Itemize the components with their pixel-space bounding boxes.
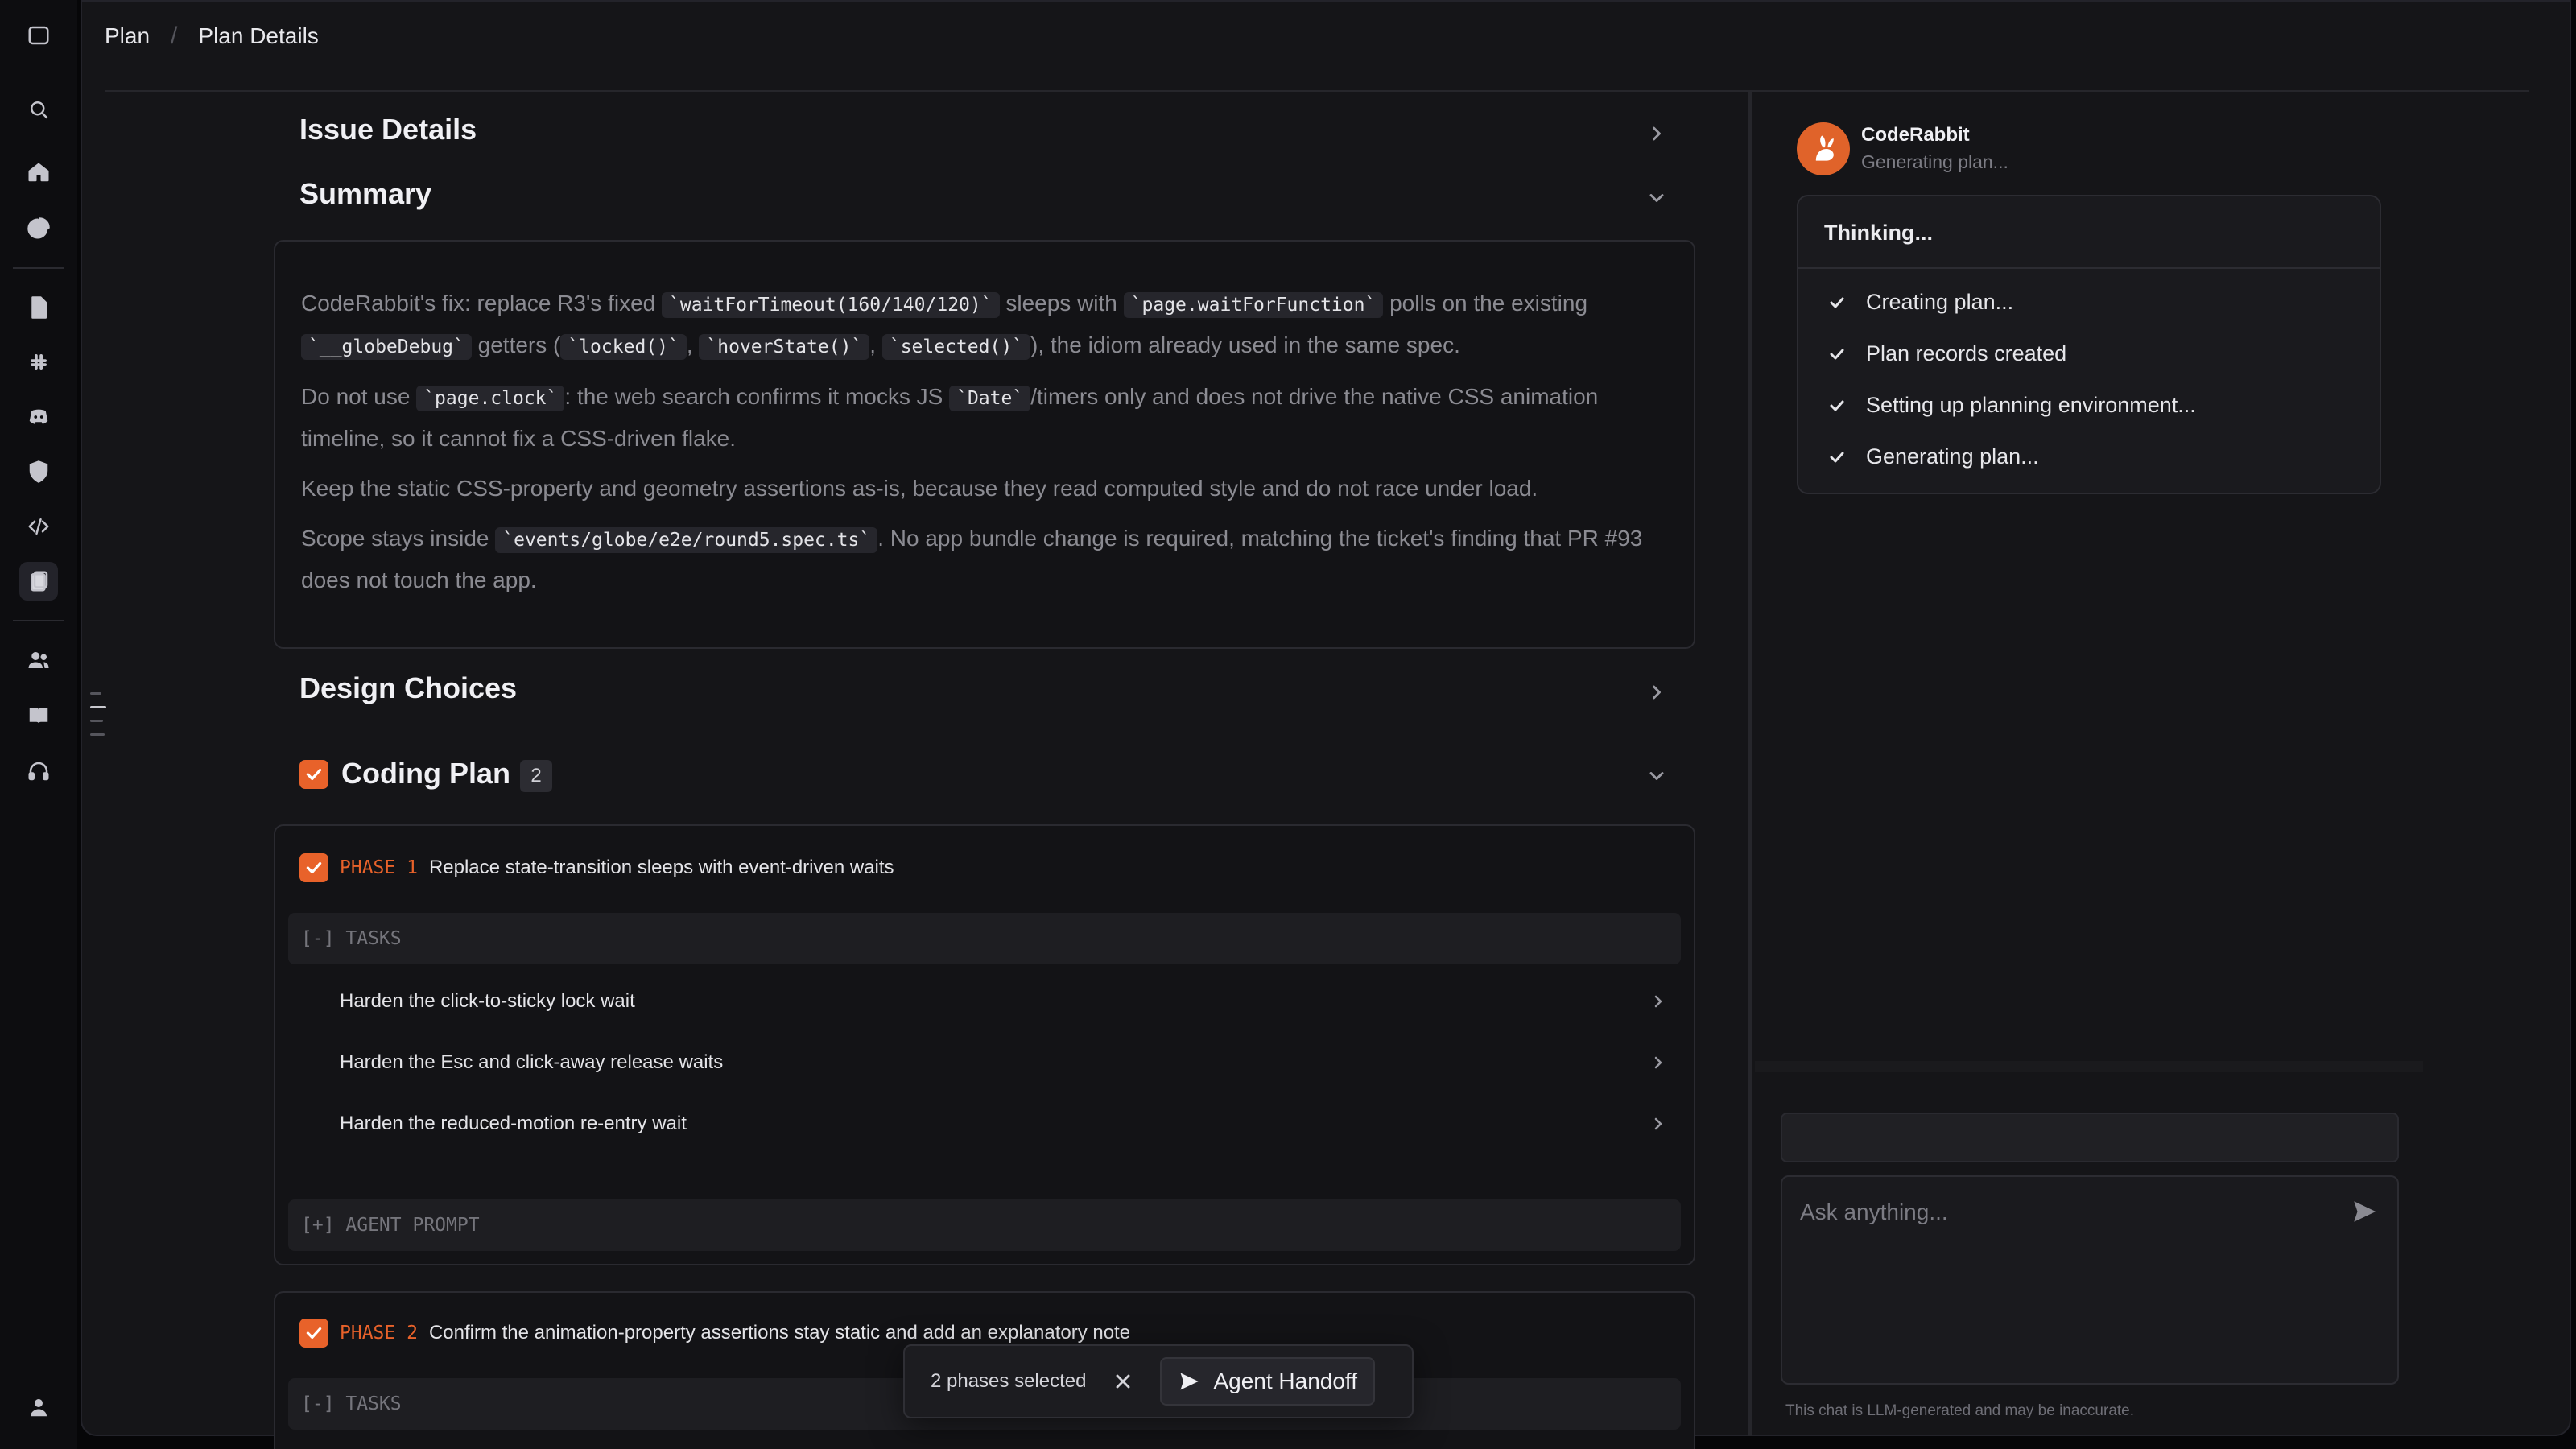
- issue-details-heading[interactable]: Issue Details: [299, 113, 477, 147]
- discord-icon[interactable]: [19, 398, 58, 436]
- users-icon[interactable]: [19, 641, 58, 679]
- chevron-down-icon[interactable]: [1645, 187, 1668, 209]
- breadcrumb: Plan / Plan Details: [105, 0, 319, 72]
- phase-header: PHASE 2 Confirm the animation-property a…: [299, 1319, 1130, 1348]
- user-avatar-icon[interactable]: [19, 1388, 58, 1426]
- chevron-right-icon: [1654, 1117, 1662, 1130]
- summary-paragraph: Scope stays inside `events/globe/e2e/rou…: [301, 526, 1643, 592]
- slack-icon[interactable]: [19, 343, 58, 382]
- summary-heading[interactable]: Summary: [299, 177, 431, 211]
- assistant-name: CodeRabbit: [1861, 124, 1970, 146]
- coding-plan-heading[interactable]: Coding Plan: [341, 757, 510, 791]
- code-icon[interactable]: [19, 507, 58, 546]
- thinking-step: Creating plan...: [1827, 290, 2013, 315]
- thinking-divider: [1798, 267, 2380, 269]
- coding-plan-count-badge: 2: [520, 760, 552, 792]
- phase-label: PHASE 1: [340, 857, 418, 878]
- sidebar-divider: [13, 620, 64, 621]
- task-title: Harden the click-to-sticky lock wait: [340, 990, 635, 1012]
- breadcrumb-current: Plan Details: [198, 23, 319, 48]
- thinking-title: Thinking...: [1824, 221, 1933, 245]
- coding-plan-checkbox[interactable]: [299, 760, 328, 789]
- headset-icon[interactable]: [19, 752, 58, 791]
- chevron-right-icon: [1654, 995, 1662, 1008]
- summary-paragraph: CodeRabbit's fix: replace R3's fixed `wa…: [301, 283, 1668, 367]
- send-icon[interactable]: [2351, 1198, 2378, 1225]
- breadcrumb-root[interactable]: Plan: [105, 23, 150, 49]
- phase-title: Replace state-transition sleeps with eve…: [428, 857, 894, 878]
- agent-prompt-toggle[interactable]: [+] AGENT PROMPT: [288, 1199, 1681, 1251]
- panel-divider[interactable]: [1748, 92, 1752, 1436]
- task-row[interactable]: Harden the Esc and click-away release wa…: [340, 1038, 1668, 1087]
- header-divider: [105, 90, 2529, 92]
- thinking-step: Generating plan...: [1827, 444, 2039, 469]
- tasks-toggle[interactable]: [-] TASKS: [288, 913, 1681, 964]
- chat-composer: [1781, 1175, 2399, 1385]
- thinking-panel: Thinking... Creating plan... Plan record…: [1797, 195, 2381, 494]
- agent-handoff-button[interactable]: Agent Handoff: [1160, 1357, 1375, 1406]
- phase-card: PHASE 1 Replace state-transition sleeps …: [274, 824, 1695, 1265]
- chat-input[interactable]: [1800, 1196, 2331, 1228]
- chevron-right-icon[interactable]: [1645, 681, 1668, 704]
- summary-panel: CodeRabbit's fix: replace R3's fixed `wa…: [274, 240, 1695, 649]
- send-icon: [1180, 1373, 1199, 1390]
- rabbit-icon: [1815, 135, 1834, 161]
- summary-paragraph: Keep the static CSS-property and geometr…: [301, 476, 1538, 501]
- coderabbit-avatar: [1797, 122, 1850, 175]
- phase-title: Confirm the animation-property assertion…: [428, 1322, 1131, 1344]
- assistant-status: Generating plan...: [1861, 151, 2008, 172]
- selection-toolbar: 2 phases selected Agent Handoff: [903, 1344, 1414, 1418]
- clear-selection-icon[interactable]: [1112, 1370, 1134, 1393]
- chevron-down-icon[interactable]: [1645, 765, 1668, 787]
- home-icon[interactable]: [19, 153, 58, 192]
- agent-handoff-label: Agent Handoff: [1213, 1368, 1357, 1393]
- chevron-right-icon: [1654, 1056, 1662, 1069]
- thinking-step: Plan records created: [1827, 341, 2066, 366]
- sidebar: [0, 0, 77, 1449]
- design-choices-heading[interactable]: Design Choices: [299, 671, 517, 705]
- chat-scrollbar[interactable]: [1755, 1061, 2423, 1072]
- thinking-step: Setting up planning environment...: [1827, 393, 2196, 418]
- pie-chart-icon[interactable]: [19, 209, 58, 248]
- task-title: Harden the reduced-motion re-entry wait: [340, 1113, 687, 1134]
- check-icon: [1830, 400, 1844, 411]
- chevron-right-icon[interactable]: [1645, 122, 1668, 145]
- task-row[interactable]: Harden the reduced-motion re-entry wait: [340, 1100, 1668, 1148]
- phase-header: PHASE 1 Replace state-transition sleeps …: [299, 853, 894, 882]
- sidebar-divider: [13, 267, 64, 269]
- search-icon[interactable]: [19, 90, 58, 129]
- outline-indicator[interactable]: [90, 692, 106, 747]
- phase-label: PHASE 2: [340, 1323, 418, 1344]
- check-icon: [1830, 452, 1844, 462]
- task-row[interactable]: Harden the click-to-sticky lock wait: [340, 977, 1668, 1026]
- book-icon[interactable]: [19, 696, 58, 734]
- panel-toggle-icon[interactable]: [19, 16, 58, 55]
- check-icon: [1830, 349, 1844, 359]
- context-bar[interactable]: [1781, 1113, 2399, 1162]
- breadcrumb-separator: /: [171, 23, 178, 49]
- chat-disclaimer: This chat is LLM-generated and may be in…: [1785, 1402, 2135, 1419]
- check-icon: [1830, 297, 1844, 308]
- task-title: Harden the Esc and click-away release wa…: [340, 1051, 724, 1073]
- document-icon[interactable]: [19, 288, 58, 327]
- shield-icon[interactable]: [19, 452, 58, 491]
- summary-paragraph: Do not use `page.clock`: the web search …: [301, 384, 1599, 451]
- clipboard-icon[interactable]: [19, 562, 58, 601]
- selection-count: 2 phases selected: [931, 1370, 1087, 1392]
